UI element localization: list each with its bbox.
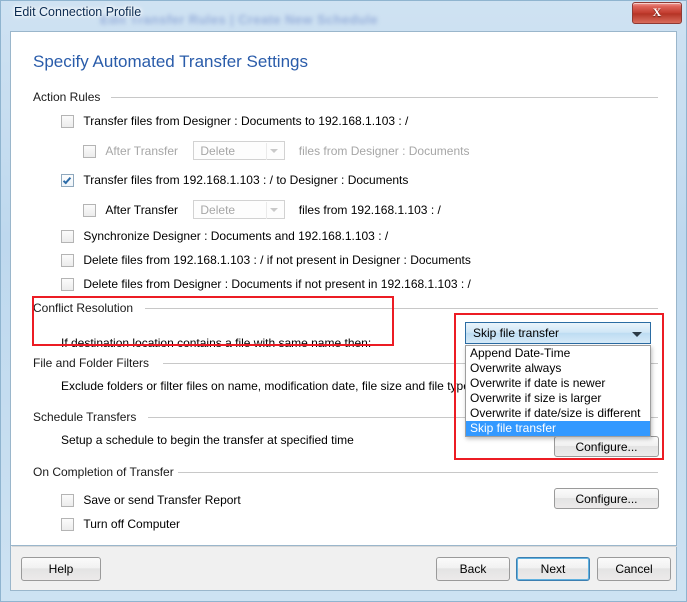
conflict-resolution-dropdown-list[interactable]: Append Date-Time Overwrite always Overwr… — [465, 345, 651, 437]
footer-divider — [12, 546, 677, 547]
help-button[interactable]: Help — [21, 557, 101, 581]
back-button[interactable]: Back — [436, 557, 510, 581]
next-button[interactable]: Next — [516, 557, 590, 581]
help-label: Help — [48, 562, 74, 576]
combo-after-transfer-action-1[interactable]: Delete — [193, 141, 286, 160]
checkbox-after-transfer-1[interactable] — [83, 145, 96, 158]
configure-conflict-label: Configure... — [575, 440, 638, 454]
label-transfer-report: Save or send Transfer Report — [83, 493, 241, 507]
checkbox-row-transfer-report[interactable]: Save or send Transfer Report — [61, 493, 241, 509]
close-button[interactable]: X — [632, 2, 682, 24]
chevron-down-icon — [270, 208, 279, 212]
group-label-on-completion: On Completion of Transfer — [33, 465, 181, 479]
label-transfer-to-remote: Transfer files from Designer : Documents… — [83, 114, 409, 128]
group-label-file-folder-filters: File and Folder Filters — [33, 356, 157, 370]
cancel-button[interactable]: Cancel — [597, 557, 671, 581]
group-label-conflict-resolution: Conflict Resolution — [33, 301, 141, 315]
group-rule-line — [178, 472, 658, 473]
checkbox-after-transfer-2[interactable] — [83, 204, 96, 217]
group-action-rules: Action Rules — [33, 90, 658, 104]
file-folder-filters-description: Exclude folders or filter files on name,… — [61, 379, 470, 393]
checkbox-turn-off-computer[interactable] — [61, 518, 74, 531]
checkbox-row-transfer-to-remote[interactable]: Transfer files from Designer : Documents… — [61, 114, 408, 130]
checkbox-row-after-transfer-1[interactable]: After Transfer Delete files from Designe… — [83, 141, 470, 160]
title-bar: Edit Connection Profile X — [0, 0, 687, 26]
dialog-footer: Help Back Next Cancel — [10, 546, 677, 591]
dropdown-option[interactable]: Overwrite if date is newer — [466, 376, 650, 391]
content-panel: Specify Automated Transfer Settings Acti… — [10, 31, 677, 546]
checkbox-delete-local[interactable] — [61, 278, 74, 291]
checkbox-row-after-transfer-2[interactable]: After Transfer Delete files from 192.168… — [83, 200, 441, 219]
cancel-label: Cancel — [615, 562, 653, 576]
conflict-resolution-prompt: If destination location contains a file … — [61, 336, 372, 350]
group-rule-line — [145, 308, 658, 309]
checkbox-row-turn-off-computer[interactable]: Turn off Computer — [61, 517, 180, 533]
combo-value-1: Delete — [200, 144, 236, 158]
label-delete-remote: Delete files from 192.168.1.103 : / if n… — [83, 253, 471, 267]
label-transfer-from-remote: Transfer files from 192.168.1.103 : / to… — [83, 173, 409, 187]
checkbox-row-delete-local[interactable]: Delete files from Designer : Documents i… — [61, 277, 471, 293]
configure-conflict-button[interactable]: Configure... — [554, 436, 659, 457]
combo-after-transfer-action-2[interactable]: Delete — [193, 200, 286, 219]
suffix-after-transfer-2: files from 192.168.1.103 : / — [298, 203, 441, 217]
label-turn-off-computer: Turn off Computer — [83, 517, 181, 531]
dropdown-option[interactable]: Overwrite if date/size is different — [466, 406, 650, 421]
checkbox-synchronize[interactable] — [61, 230, 74, 243]
conflict-resolution-selected-value: Skip file transfer — [473, 326, 560, 340]
close-icon: X — [652, 5, 662, 19]
checkbox-transfer-to-remote[interactable] — [61, 115, 74, 128]
dropdown-option[interactable]: Overwrite if size is larger — [466, 391, 650, 406]
label-after-transfer-1: After Transfer — [105, 144, 179, 158]
edit-connection-profile-window: Edit Transfer Rules | Create New Schedul… — [0, 0, 687, 602]
group-label-action-rules: Action Rules — [33, 90, 108, 104]
label-synchronize: Synchronize Designer : Documents and 192… — [83, 229, 389, 243]
combo-value-2: Delete — [200, 203, 236, 217]
dropdown-option[interactable]: Append Date-Time — [466, 346, 650, 361]
checkbox-row-synchronize[interactable]: Synchronize Designer : Documents and 192… — [61, 229, 388, 245]
group-on-completion: On Completion of Transfer — [33, 465, 658, 479]
next-label: Next — [540, 562, 566, 576]
dropdown-option-selected[interactable]: Skip file transfer — [466, 421, 650, 436]
back-label: Back — [459, 562, 487, 576]
combo-separator-2 — [266, 202, 268, 219]
chevron-down-icon — [270, 149, 279, 153]
configure-schedule-button[interactable]: Configure... — [554, 488, 659, 509]
label-after-transfer-2: After Transfer — [105, 203, 179, 217]
checkbox-row-delete-remote[interactable]: Delete files from 192.168.1.103 : / if n… — [61, 253, 471, 269]
window-title: Edit Connection Profile — [14, 5, 142, 19]
checkbox-delete-remote[interactable] — [61, 254, 74, 267]
checkbox-transfer-from-remote[interactable] — [61, 174, 74, 187]
configure-schedule-label: Configure... — [575, 492, 638, 506]
label-delete-local: Delete files from Designer : Documents i… — [83, 277, 471, 291]
checkbox-transfer-report[interactable] — [61, 494, 74, 507]
group-label-schedule-transfers: Schedule Transfers — [33, 410, 144, 424]
group-rule-line — [111, 97, 658, 98]
group-conflict-resolution: Conflict Resolution — [33, 301, 658, 315]
combo-separator-1 — [266, 143, 268, 160]
chevron-down-icon — [632, 332, 642, 337]
conflict-resolution-combobox[interactable]: Skip file transfer — [465, 322, 651, 344]
suffix-after-transfer-1: files from Designer : Documents — [298, 144, 470, 158]
dropdown-option[interactable]: Overwrite always — [466, 361, 650, 376]
schedule-transfers-description: Setup a schedule to begin the transfer a… — [61, 433, 354, 447]
checkbox-row-transfer-from-remote[interactable]: Transfer files from 192.168.1.103 : / to… — [61, 173, 408, 189]
page-title: Specify Automated Transfer Settings — [33, 52, 308, 71]
